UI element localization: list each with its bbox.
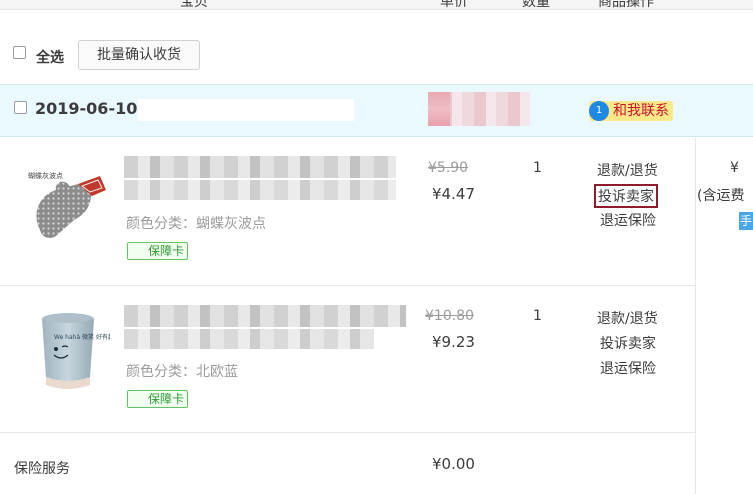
refund-return-link[interactable]: 退款/退货 bbox=[597, 308, 658, 328]
summary-divider bbox=[695, 138, 696, 494]
batch-confirm-button[interactable]: 批量确认收货 bbox=[78, 40, 200, 70]
order-number-redacted bbox=[138, 99, 354, 121]
guarantee-badge[interactable]: 保障卡 bbox=[127, 390, 189, 408]
header-after-sale: 商品操作 bbox=[598, 0, 654, 10]
return-insurance-link[interactable]: 退运保险 bbox=[600, 210, 656, 230]
product-spec: 颜色分类：北欧蓝 bbox=[126, 364, 238, 380]
refund-return-link[interactable]: 退款/退货 bbox=[597, 160, 658, 180]
row-divider bbox=[0, 285, 695, 286]
insurance-service-label: 保险服务 bbox=[14, 461, 70, 477]
product-title-redacted[interactable] bbox=[124, 156, 396, 178]
image-label: 蝴蝶灰波点 bbox=[28, 171, 63, 180]
product-image-cup[interactable]: We hahà 微笑 好有趣的 bbox=[26, 305, 110, 397]
image-label: We hahà 微笑 好有趣的 bbox=[54, 333, 110, 341]
complain-seller-link[interactable]: 投诉卖家 bbox=[600, 333, 656, 353]
order-date: 2019-06-10 bbox=[35, 99, 138, 118]
product-spec: 颜色分类：蝴蝶灰波点 bbox=[126, 216, 266, 232]
quantity: 1 bbox=[533, 160, 542, 176]
order-action-button[interactable]: 手 bbox=[739, 212, 753, 230]
complain-seller-link[interactable]: 投诉卖家 bbox=[594, 184, 658, 208]
order-total-price: ¥ bbox=[730, 160, 739, 176]
row-divider bbox=[0, 432, 695, 433]
header-qty: 数量 bbox=[522, 0, 550, 10]
table-header: 宝贝 单价 数量 商品操作 bbox=[0, 0, 753, 10]
product-title-redacted-line2[interactable] bbox=[124, 180, 396, 200]
original-price: ¥10.80 bbox=[425, 308, 474, 324]
original-price: ¥5.90 bbox=[428, 160, 469, 176]
product-title-redacted-line2[interactable] bbox=[124, 329, 374, 349]
seller-name-redacted[interactable] bbox=[428, 92, 530, 126]
product-image-glove[interactable]: 蝴蝶灰波点 bbox=[26, 156, 110, 248]
current-price: ¥4.47 bbox=[432, 185, 475, 203]
header-price: 单价 bbox=[440, 0, 468, 10]
quantity: 1 bbox=[533, 308, 542, 324]
return-insurance-link[interactable]: 退运保险 bbox=[600, 358, 656, 378]
select-all-label: 全选 bbox=[36, 50, 64, 66]
chat-icon: 1 bbox=[589, 101, 609, 121]
product-title-redacted[interactable] bbox=[124, 305, 406, 327]
shipping-included-note: (含运费 bbox=[697, 188, 745, 204]
guarantee-badge[interactable]: 保障卡 bbox=[127, 242, 189, 260]
header-item: 宝贝 bbox=[180, 0, 208, 10]
select-all-checkbox[interactable] bbox=[13, 46, 26, 63]
insurance-price: ¥0.00 bbox=[432, 455, 475, 473]
current-price: ¥9.23 bbox=[432, 333, 475, 351]
order-checkbox[interactable] bbox=[14, 101, 27, 118]
